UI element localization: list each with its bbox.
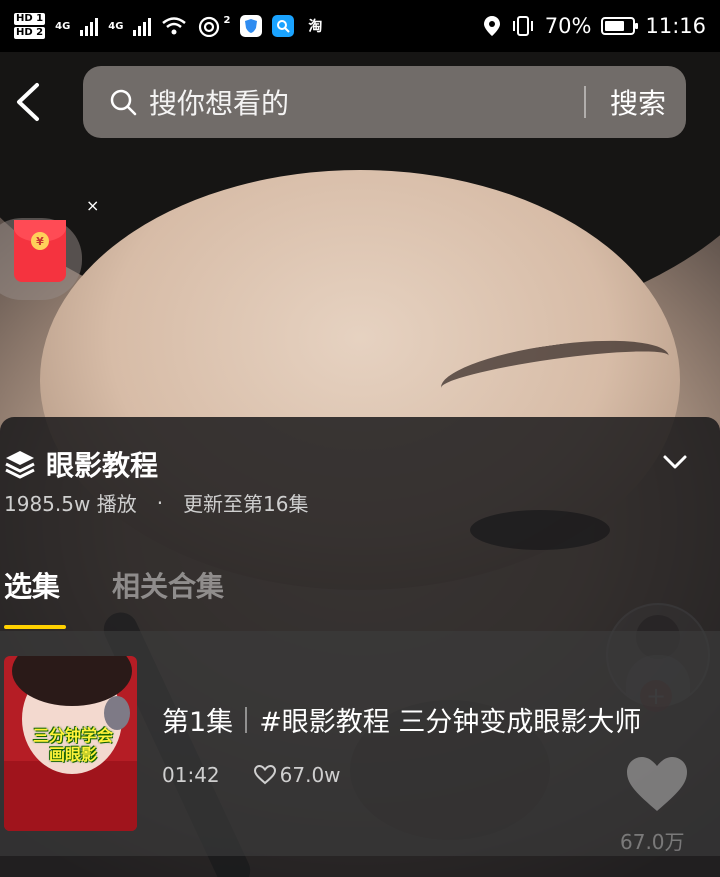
back-arrow-icon (17, 83, 39, 121)
episode-title-divider (245, 706, 248, 733)
back-button[interactable] (10, 82, 46, 122)
red-packet-float[interactable]: × ¥ (0, 190, 102, 300)
collection-update: 更新至第16集 (183, 492, 309, 516)
hotspot-icon (199, 16, 220, 37)
tab-related-collections[interactable]: 相关合集 (112, 565, 224, 605)
hd1-badge: HD 1 (14, 13, 46, 25)
collection-title[interactable]: 眼影教程 (4, 444, 158, 484)
battery-fill (605, 21, 624, 31)
search-app-icon (272, 15, 295, 37)
episode-likes: 67.0w (253, 763, 341, 787)
battery-icon (601, 17, 639, 35)
thumb-caption: 三分钟学会 画眼影 (18, 726, 128, 764)
thumb-caption-line2: 画眼影 (48, 745, 97, 764)
side-like-count: 67.0万 (620, 830, 685, 854)
tab-episodes-label: 选集 (4, 570, 61, 603)
search-button[interactable]: 搜索 (610, 82, 666, 122)
episode-number: 第1集 (162, 707, 234, 738)
network-type-2: 4G (108, 20, 124, 32)
search-icon (110, 89, 137, 116)
episode-meta: 01:42 67.0w (162, 763, 341, 787)
side-like-button[interactable] (624, 755, 690, 815)
meta-separator: · (156, 490, 164, 515)
red-packet-coin: ¥ (31, 232, 49, 250)
thumb-caption-line1: 三分钟学会 (32, 726, 113, 745)
status-bar: HD 1 HD 2 4G 4G 2 淘 70% 11:16 (0, 0, 720, 52)
heart-icon (253, 765, 276, 785)
episode-title-text: #眼影教程 三分钟变成眼影大师 (259, 707, 642, 738)
tab-active-indicator (4, 625, 66, 629)
taobao-app-icon: 淘 (308, 19, 323, 35)
location-icon (483, 16, 500, 36)
thumb-brush (104, 696, 130, 730)
episode-title[interactable]: 第1集 #眼影教程 三分钟变成眼影大师 (162, 700, 641, 739)
clock: 11:16 (645, 14, 706, 38)
tab-episodes[interactable]: 选集 (4, 565, 66, 629)
red-packet-close-button[interactable]: × (86, 196, 99, 215)
search-bar[interactable]: 搜你想看的 搜索 (83, 66, 686, 138)
vibrate-icon (512, 16, 533, 36)
search-divider (583, 86, 586, 118)
shield-app-icon (240, 15, 263, 37)
stack-icon (5, 451, 35, 479)
episode-duration: 01:42 (162, 763, 220, 787)
collection-meta: 1985.5w 播放 · 更新至第16集 (4, 488, 309, 517)
search-input[interactable]: 搜你想看的 (149, 82, 584, 122)
red-packet-icon[interactable]: ¥ (14, 220, 66, 282)
chevron-down-icon[interactable] (662, 452, 688, 472)
collection-title-text: 眼影教程 (46, 449, 159, 482)
battery-percent: 70% (544, 14, 592, 38)
hd-indicators: HD 1 HD 2 (14, 13, 46, 39)
collection-tabs: 选集 相关合集 (4, 565, 224, 629)
episode-thumbnail[interactable]: 三分钟学会 画眼影 (4, 656, 137, 831)
hd2-badge: HD 2 (14, 27, 46, 39)
signal-icon (80, 16, 99, 36)
signal-icon-2 (133, 16, 152, 36)
network-type-1: 4G (55, 20, 71, 32)
hotspot-badge: 2 (223, 14, 231, 26)
wifi-icon (162, 17, 187, 35)
episode-likes-count: 67.0w (279, 763, 341, 787)
collection-plays: 1985.5w 播放 (4, 492, 137, 516)
tab-related-label: 相关合集 (112, 570, 225, 603)
